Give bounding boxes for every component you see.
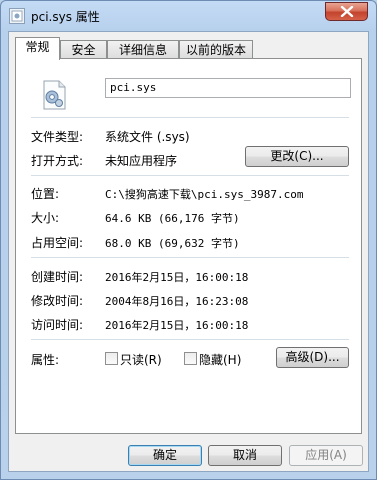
- general-tab-panel: pci.sys 文件类型: 系统文件 (.sys) 打开方式: 未知应用程序 更…: [15, 58, 362, 434]
- location-value: C:\搜狗高速下载\pci.sys_3987.com: [105, 188, 304, 201]
- ok-button[interactable]: 确定: [128, 445, 202, 466]
- accessed-value: 2016年2月15日，16:00:18: [105, 319, 249, 332]
- dialog-body: 常规 安全 详细信息 以前的版本 pci.sys 文件类型: 系统文件 (.sy…: [8, 31, 369, 472]
- close-icon: [340, 6, 354, 17]
- opens-with-value: 未知应用程序: [105, 154, 178, 168]
- hidden-label[interactable]: 隐藏(H): [199, 351, 241, 368]
- title-bar[interactable]: pci.sys 属性: [1, 1, 376, 31]
- created-label: 创建时间:: [31, 270, 84, 284]
- properties-window: pci.sys 属性 常规 安全 详细信息 以前的版本 pci.sys 文件类型: [0, 0, 377, 480]
- file-name-field[interactable]: pci.sys: [105, 78, 351, 98]
- close-button[interactable]: [325, 2, 368, 21]
- hidden-checkbox[interactable]: [184, 352, 197, 365]
- size-value: 64.6 KB (66,176 字节): [105, 212, 240, 225]
- location-label: 位置:: [31, 187, 60, 201]
- tab-security[interactable]: 安全: [60, 40, 107, 59]
- divider: [31, 175, 349, 176]
- accessed-label: 访问时间:: [31, 318, 84, 332]
- size-label: 大小:: [31, 211, 60, 225]
- tab-previous-versions[interactable]: 以前的版本: [179, 40, 253, 59]
- modified-value: 2004年8月16日，16:23:08: [105, 295, 249, 308]
- system-file-icon: [43, 80, 66, 110]
- divider: [31, 257, 349, 258]
- opens-with-label: 打开方式:: [31, 154, 84, 168]
- window-title: pci.sys 属性: [31, 10, 100, 24]
- attributes-label: 属性:: [31, 353, 60, 367]
- file-icon: [9, 8, 25, 24]
- advanced-button[interactable]: 高级(D)...: [276, 347, 349, 368]
- file-type-label: 文件类型:: [31, 130, 84, 144]
- divider: [31, 339, 349, 340]
- tab-general[interactable]: 常规: [15, 37, 60, 60]
- created-value: 2016年2月15日，16:00:18: [105, 271, 249, 284]
- modified-label: 修改时间:: [31, 294, 84, 308]
- apply-button[interactable]: 应用(A): [289, 445, 363, 466]
- change-button[interactable]: 更改(C)...: [245, 146, 349, 167]
- readonly-label[interactable]: 只读(R): [120, 351, 162, 368]
- size-on-disk-label: 占用空间:: [31, 236, 84, 250]
- divider: [31, 117, 349, 118]
- cancel-button[interactable]: 取消: [208, 445, 282, 466]
- file-type-value: 系统文件 (.sys): [105, 130, 190, 144]
- tab-details[interactable]: 详细信息: [107, 40, 179, 59]
- size-on-disk-value: 68.0 KB (69,632 字节): [105, 237, 240, 250]
- readonly-checkbox[interactable]: [105, 352, 118, 365]
